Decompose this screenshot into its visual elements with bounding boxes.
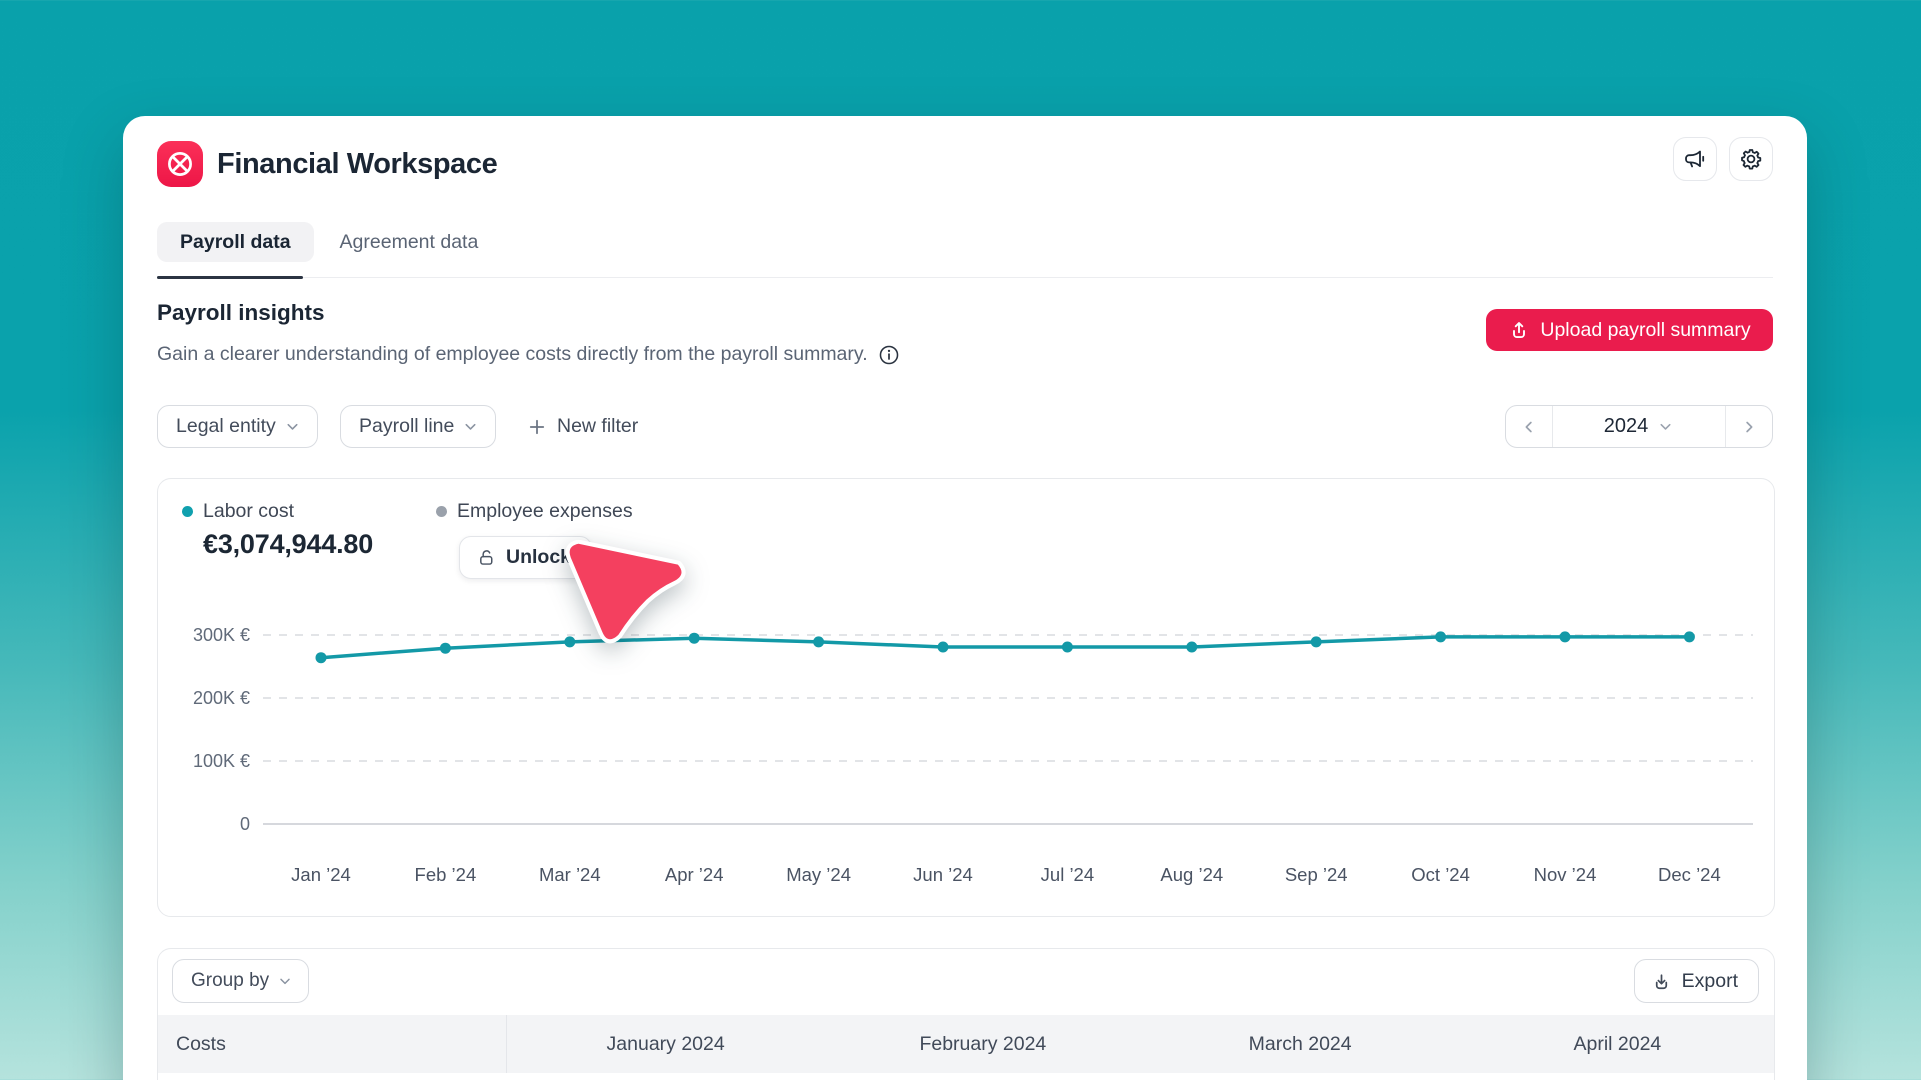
chevron-left-icon bbox=[1520, 418, 1538, 436]
gear-icon bbox=[1739, 147, 1763, 171]
announcements-button[interactable] bbox=[1673, 137, 1717, 181]
upload-payroll-summary-button[interactable]: Upload payroll summary bbox=[1486, 309, 1773, 351]
column-header-march: March 2024 bbox=[1142, 1033, 1459, 1056]
y-axis-tick: 0 bbox=[240, 814, 250, 834]
data-point[interactable] bbox=[689, 633, 700, 644]
settings-button[interactable] bbox=[1729, 137, 1773, 181]
x-axis-tick: Jun ’24 bbox=[913, 864, 973, 885]
x-axis-tick: Nov ’24 bbox=[1534, 864, 1597, 885]
x-axis-tick: Aug ’24 bbox=[1160, 864, 1223, 885]
section-title: Payroll insights bbox=[157, 300, 325, 326]
data-point[interactable] bbox=[1186, 642, 1197, 653]
group-by-label: Group by bbox=[191, 970, 269, 992]
x-axis-tick: Apr ’24 bbox=[665, 864, 724, 885]
table-header-row: Costs January 2024 February 2024 March 2… bbox=[158, 1015, 1775, 1073]
column-header-january: January 2024 bbox=[507, 1033, 824, 1056]
new-filter-button[interactable]: New filter bbox=[527, 405, 638, 448]
y-axis-tick: 200K € bbox=[193, 688, 250, 708]
chevron-down-icon bbox=[277, 973, 293, 989]
x-axis-tick: Oct ’24 bbox=[1411, 864, 1470, 885]
export-button-label: Export bbox=[1682, 970, 1738, 993]
section-description: Gain a clearer understanding of employee… bbox=[157, 343, 900, 366]
tab-divider bbox=[157, 277, 1773, 278]
payroll-chart-card: Labor cost €3,074,944.80 Employee expens… bbox=[157, 478, 1775, 917]
legal-entity-label: Legal entity bbox=[176, 415, 276, 438]
x-axis-tick: Mar ’24 bbox=[539, 864, 601, 885]
table-row bbox=[158, 1073, 1775, 1080]
data-point[interactable] bbox=[316, 652, 327, 663]
data-point[interactable] bbox=[440, 643, 451, 654]
chevron-down-icon bbox=[284, 418, 301, 435]
data-point[interactable] bbox=[813, 636, 824, 647]
x-axis-tick: Dec ’24 bbox=[1658, 864, 1721, 885]
payroll-line-label: Payroll line bbox=[359, 415, 454, 438]
chevron-right-icon bbox=[1740, 418, 1758, 436]
filters-row: Legal entity Payroll line New filter bbox=[157, 405, 1773, 448]
year-dropdown[interactable]: 2024 bbox=[1552, 406, 1726, 447]
column-header-february: February 2024 bbox=[824, 1033, 1141, 1056]
x-axis-tick: May ’24 bbox=[786, 864, 851, 885]
financial-workspace-logo-icon bbox=[157, 141, 203, 187]
data-point[interactable] bbox=[1435, 631, 1446, 642]
download-icon bbox=[1651, 971, 1672, 992]
labor-cost-line bbox=[321, 637, 1689, 658]
previous-year-button[interactable] bbox=[1506, 406, 1552, 447]
x-axis-tick: Jan ’24 bbox=[291, 864, 351, 885]
column-header-april: April 2024 bbox=[1459, 1033, 1775, 1056]
section-description-text: Gain a clearer understanding of employee… bbox=[157, 343, 868, 366]
page-title: Financial Workspace bbox=[217, 141, 497, 187]
plus-icon bbox=[527, 417, 547, 437]
x-axis-tick: Feb ’24 bbox=[415, 864, 477, 885]
info-circle-icon[interactable] bbox=[878, 344, 900, 366]
group-by-dropdown[interactable]: Group by bbox=[172, 959, 309, 1003]
x-axis-tick: Jul ’24 bbox=[1041, 864, 1094, 885]
year-navigator: 2024 bbox=[1505, 405, 1773, 448]
export-button[interactable]: Export bbox=[1634, 959, 1759, 1003]
upload-icon bbox=[1508, 319, 1530, 341]
data-point[interactable] bbox=[938, 642, 949, 653]
column-header-costs: Costs bbox=[158, 1015, 507, 1073]
payroll-line-filter[interactable]: Payroll line bbox=[340, 405, 496, 448]
data-point[interactable] bbox=[1311, 636, 1322, 647]
next-year-button[interactable] bbox=[1726, 406, 1772, 447]
main-workspace-card: Financial Workspace Payroll data Agreeme… bbox=[123, 116, 1807, 1080]
chevron-down-icon bbox=[462, 418, 479, 435]
costs-table-card: Group by Export Costs January 2024 Febru… bbox=[157, 948, 1775, 1080]
tab-agreement-data[interactable]: Agreement data bbox=[340, 231, 479, 254]
data-point[interactable] bbox=[564, 636, 575, 647]
megaphone-icon bbox=[1683, 147, 1707, 171]
y-axis-tick: 100K € bbox=[193, 751, 250, 771]
tab-bar: Payroll data Agreement data bbox=[157, 222, 478, 262]
chevron-down-icon bbox=[1657, 418, 1674, 435]
active-tab-underline bbox=[157, 276, 303, 279]
x-axis-tick: Sep ’24 bbox=[1285, 864, 1348, 885]
new-filter-label: New filter bbox=[557, 415, 638, 438]
data-point[interactable] bbox=[1684, 631, 1695, 642]
data-point[interactable] bbox=[1062, 642, 1073, 653]
y-axis-tick: 300K € bbox=[193, 625, 250, 645]
upload-button-label: Upload payroll summary bbox=[1540, 319, 1750, 342]
legal-entity-filter[interactable]: Legal entity bbox=[157, 405, 318, 448]
data-point[interactable] bbox=[1560, 631, 1571, 642]
tab-payroll-data[interactable]: Payroll data bbox=[157, 222, 314, 262]
payroll-chart: 300K € 200K € 100K € 0 Jan ’24 Feb ’24 Mar ’24… bbox=[158, 479, 1776, 918]
year-value: 2024 bbox=[1604, 415, 1649, 438]
